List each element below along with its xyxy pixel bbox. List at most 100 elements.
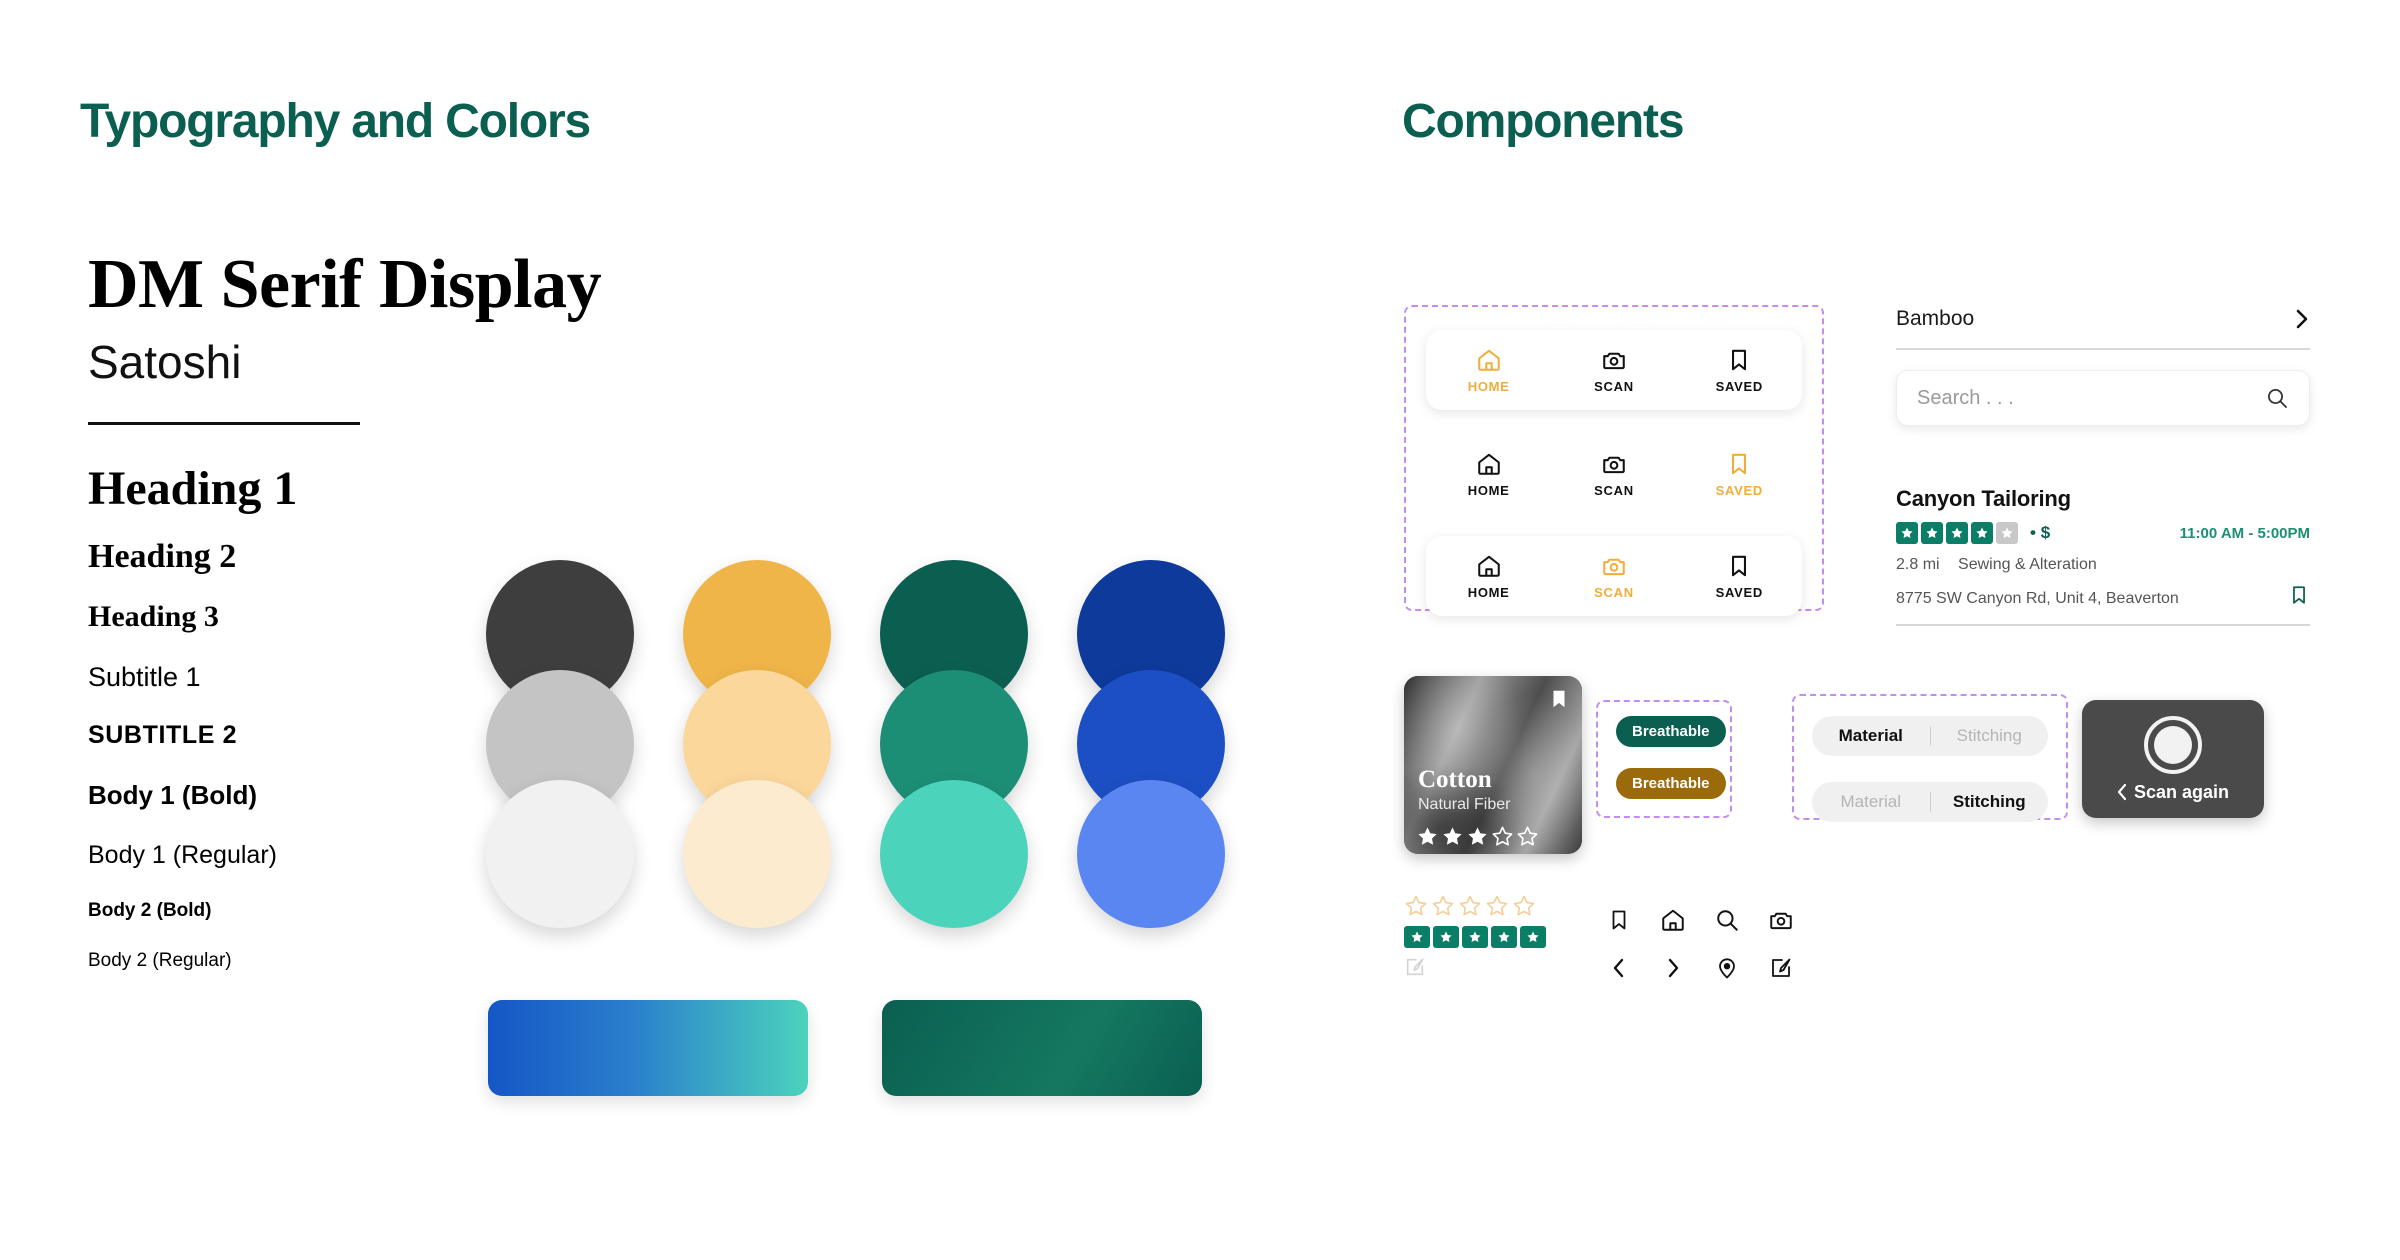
business-distance: 2.8 mi [1896, 556, 1940, 573]
star-filled [1520, 926, 1546, 948]
divider [1896, 624, 2310, 626]
segment-option-stitching[interactable]: Stitching [1931, 792, 2049, 812]
segment-option-material[interactable]: Material [1812, 792, 1930, 812]
rating-empty-stars [1404, 894, 1546, 918]
segment-option-stitching[interactable]: Stitching [1931, 726, 2049, 746]
segmented-control-material-selected[interactable]: Material Stitching [1812, 716, 2048, 756]
business-category: Sewing & Alteration [1958, 556, 2097, 573]
business-distance-category: 2.8 mi Sewing & Alteration [1896, 556, 2310, 574]
chevron-right-icon[interactable] [1665, 956, 1681, 980]
bookmark-icon[interactable] [2288, 582, 2310, 608]
rating-specimens [1404, 894, 1546, 983]
icon-library [1592, 896, 1808, 992]
star-empty [1517, 826, 1538, 846]
business-address: 8775 SW Canyon Rd, Unit 4, Beaverton [1896, 590, 2179, 607]
star-filled [1921, 522, 1943, 544]
camera-icon[interactable] [1768, 907, 1794, 933]
color-swatch [683, 780, 831, 928]
gradient-swatch-deep-teal [882, 1000, 1202, 1096]
home-icon[interactable] [1660, 907, 1686, 933]
product-card-cotton[interactable]: Cotton Natural Fiber [1404, 676, 1582, 854]
rating-filled-stars [1404, 926, 1546, 948]
product-subtitle: Natural Fiber [1418, 796, 1511, 813]
chevron-left-icon [2117, 783, 2127, 801]
bottom-navbar-scan-active[interactable]: HOME SCAN SAVED [1426, 536, 1802, 616]
nav-item-home[interactable]: HOME [1441, 553, 1537, 600]
list-row-bamboo[interactable]: Bamboo [1896, 300, 2310, 338]
star-filled [1946, 522, 1968, 544]
nav-item-label: SCAN [1594, 378, 1634, 394]
nav-item-saved[interactable]: SAVED [1691, 553, 1787, 600]
search-field[interactable] [1896, 370, 2310, 426]
nav-item-scan[interactable]: SCAN [1566, 553, 1662, 600]
star-empty [1405, 895, 1427, 916]
home-icon [1477, 349, 1500, 371]
color-swatch [486, 780, 634, 928]
star-empty [1459, 895, 1481, 916]
star-empty [1513, 895, 1535, 916]
business-listing-card[interactable]: Canyon Tailoring • $ 11:00 AM - 5:00PM 2… [1896, 486, 2310, 608]
price-level: • $ [2030, 523, 2051, 542]
camera-icon [1603, 352, 1625, 369]
chip-breathable-teal[interactable]: Breathable [1616, 716, 1726, 747]
segment-option-material[interactable]: Material [1812, 726, 1930, 746]
page-title-components: Components [1402, 95, 1685, 148]
type-scale-body-2-regular: Body 2 (Regular) [88, 949, 232, 971]
edit-icon[interactable] [1769, 956, 1793, 980]
search-icon[interactable] [1714, 907, 1740, 933]
business-meta-row: • $ 11:00 AM - 5:00PM [1896, 522, 2310, 544]
nav-item-scan[interactable]: SCAN [1566, 347, 1662, 394]
gradient-swatch-blue-mint [488, 1000, 808, 1096]
nav-item-scan[interactable]: SCAN [1566, 451, 1662, 498]
serif-font-name: DM Serif Display [88, 246, 602, 323]
star-filled [1896, 522, 1918, 544]
camera-icon [1603, 558, 1625, 575]
shutter-icon[interactable] [2144, 715, 2202, 774]
nav-item-home[interactable]: HOME [1441, 347, 1537, 394]
sans-font-name: Satoshi [88, 336, 242, 388]
camera-icon [1603, 456, 1625, 473]
star-filled [1462, 926, 1488, 948]
segmented-control-stitching-selected[interactable]: Material Stitching [1812, 782, 2048, 822]
chevron-right-icon[interactable] [2294, 308, 2310, 330]
business-name: Canyon Tailoring [1896, 486, 2071, 511]
nav-item-label: SAVED [1715, 482, 1763, 498]
home-icon [1477, 453, 1500, 475]
color-swatch [880, 780, 1028, 928]
business-address-row: 8775 SW Canyon Rd, Unit 4, Beaverton [1896, 582, 2310, 608]
bookmark-icon[interactable] [1607, 907, 1631, 933]
nav-item-label: SAVED [1715, 584, 1763, 600]
star-empty [1486, 895, 1508, 916]
star-filled [1443, 827, 1462, 845]
bottom-navbar-home-active[interactable]: HOME SCAN SAVED [1426, 330, 1802, 410]
nav-item-label: HOME [1467, 378, 1510, 394]
nav-item-label: HOME [1467, 482, 1510, 498]
scan-again-button[interactable]: Scan again [2082, 700, 2264, 818]
nav-item-label: SCAN [1594, 482, 1634, 498]
business-hours: 11:00 AM - 5:00PM [2179, 524, 2310, 542]
star-empty [1432, 895, 1454, 916]
nav-item-label: SCAN [1594, 584, 1634, 600]
color-swatch [1077, 780, 1225, 928]
edit-icon [1406, 958, 1424, 976]
location-pin-icon[interactable] [1715, 955, 1739, 981]
bookmark-icon[interactable] [1548, 686, 1570, 712]
product-rating [1416, 825, 1539, 848]
nav-item-label: HOME [1467, 584, 1510, 600]
chevron-left-icon[interactable] [1611, 956, 1627, 980]
chip-breathable-brown[interactable]: Breathable [1616, 768, 1726, 799]
rating-stars [1896, 522, 2018, 544]
nav-item-home[interactable]: HOME [1441, 451, 1537, 498]
search-icon[interactable] [2265, 386, 2289, 410]
nav-item-saved[interactable]: SAVED [1691, 451, 1787, 498]
bottom-navbar-saved-active[interactable]: HOME SCAN SAVED [1426, 434, 1802, 514]
star-filled [1971, 522, 1993, 544]
bookmark-icon [1732, 453, 1747, 474]
bookmark-icon [1732, 555, 1747, 576]
star-filled [1418, 827, 1437, 845]
nav-item-saved[interactable]: SAVED [1691, 347, 1787, 394]
product-title: Cotton [1418, 766, 1492, 793]
shutter-inner [2154, 725, 2192, 764]
search-input[interactable] [1917, 386, 2255, 410]
star-empty [1996, 522, 2018, 544]
